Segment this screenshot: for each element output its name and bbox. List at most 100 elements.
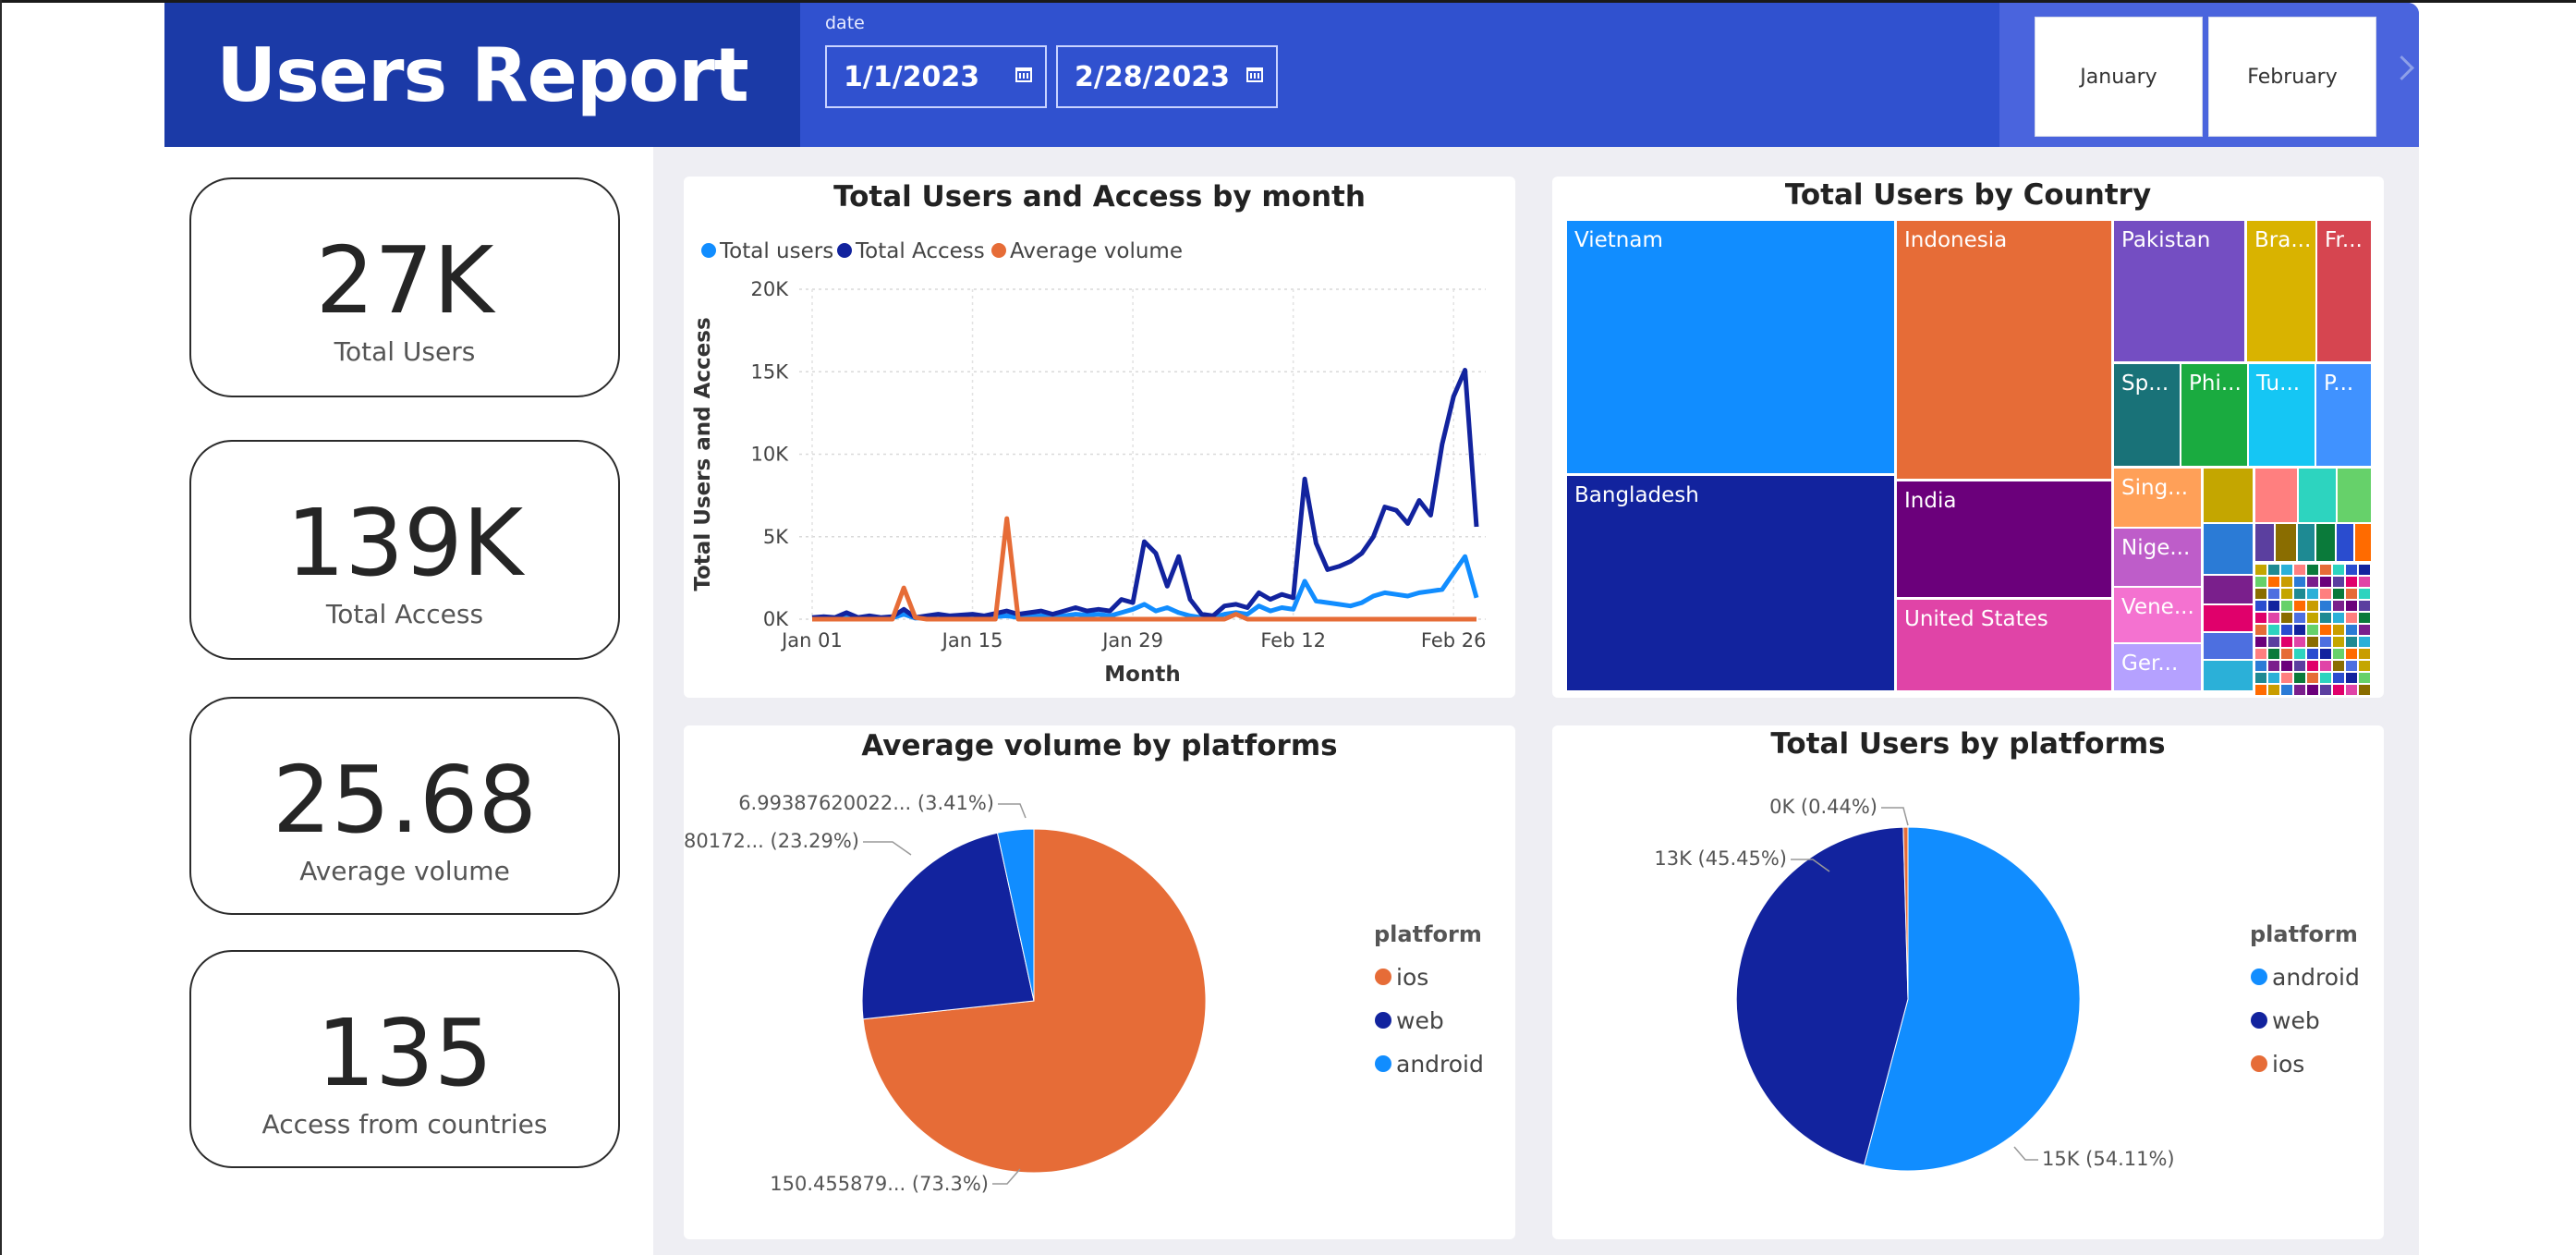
treemap-tile[interactable] [2268,649,2279,659]
treemap-tile[interactable] [2346,577,2357,587]
treemap-tile[interactable] [2294,625,2305,635]
treemap-tile[interactable] [2294,661,2305,671]
treemap-tile[interactable] [2294,589,2305,599]
treemap-tile[interactable] [2281,649,2292,659]
treemap-tile[interactable]: Vietnam [1567,221,1894,473]
treemap-tile[interactable] [2255,601,2266,611]
treemap-tile[interactable] [2307,661,2318,671]
treemap-tile[interactable] [2307,637,2318,647]
treemap-tile[interactable] [2255,685,2266,695]
treemap-tile[interactable] [2255,661,2266,671]
month-button-february[interactable]: February [2208,17,2376,137]
treemap-tile[interactable] [2359,613,2370,623]
treemap-tile[interactable] [2255,637,2266,647]
treemap-tile[interactable] [2276,524,2296,561]
treemap-tile[interactable] [2299,469,2336,522]
treemap-tile[interactable] [2346,601,2357,611]
treemap-tile[interactable] [2255,577,2266,587]
treemap-tile[interactable] [2268,577,2279,587]
treemap-tile[interactable]: Fr... [2317,221,2371,361]
treemap-tile[interactable] [2320,649,2331,659]
treemap-tile[interactable] [2281,613,2292,623]
treemap-tile[interactable] [2307,601,2318,611]
treemap-tile[interactable] [2320,601,2331,611]
treemap-tile[interactable] [2255,589,2266,599]
treemap-tile[interactable] [2204,576,2253,603]
treemap-tile[interactable] [2294,601,2305,611]
treemap-tile[interactable] [2204,633,2253,659]
treemap-tile[interactable] [2346,661,2357,671]
treemap-tile[interactable] [2359,601,2370,611]
treemap-tile[interactable] [2359,577,2370,587]
treemap-tile[interactable] [2307,649,2318,659]
treemap-tile[interactable] [2359,685,2370,695]
treemap-tile[interactable]: United States [1897,600,2111,690]
treemap-tile[interactable] [2359,673,2370,683]
treemap-tile[interactable] [2346,685,2357,695]
treemap-tile[interactable] [2333,601,2344,611]
treemap-tile[interactable] [2346,589,2357,599]
treemap-tile[interactable]: Bra... [2247,221,2315,361]
treemap-tile[interactable]: P... [2316,364,2371,466]
treemap-tile[interactable]: Nige... [2114,529,2201,586]
treemap-tile[interactable] [2268,685,2279,695]
treemap-card[interactable]: Total Users by Country Vietnam Bangladesh… [1552,177,2384,698]
treemap-tile[interactable] [2333,625,2344,635]
treemap-tile[interactable] [2268,613,2279,623]
treemap-tile[interactable] [2268,661,2279,671]
treemap-tile[interactable]: Sing... [2114,469,2201,527]
treemap-tile[interactable] [2346,649,2357,659]
start-date-input[interactable]: 1/1/2023 [825,45,1047,108]
treemap-tile[interactable] [2255,613,2266,623]
treemap-tile[interactable] [2359,649,2370,659]
treemap-tile[interactable] [2320,661,2331,671]
end-date-input[interactable]: 2/28/2023 [1056,45,1278,108]
treemap-tile[interactable] [2255,625,2266,635]
treemap-tile[interactable]: Ger... [2114,644,2201,690]
treemap-tile[interactable] [2204,469,2253,522]
treemap-tile[interactable] [2337,524,2353,561]
treemap-tile[interactable] [2204,661,2253,690]
treemap-tile[interactable] [2268,625,2279,635]
line-chart-card[interactable]: Total Users and Access by month 0K 5K 10K 1… [684,177,1515,698]
treemap-tile[interactable] [2307,565,2318,575]
treemap-tile[interactable]: Sp... [2114,364,2180,466]
calendar-icon[interactable] [1246,67,1263,82]
treemap-tile[interactable]: Phi... [2181,364,2247,466]
treemap-tile[interactable]: Bangladesh [1567,476,1894,690]
treemap-tile[interactable] [2268,589,2279,599]
treemap-tile[interactable] [2204,524,2253,574]
treemap-tile[interactable] [2333,637,2344,647]
treemap-tile[interactable] [2320,625,2331,635]
treemap-tile[interactable] [2281,661,2292,671]
treemap-tile[interactable] [2333,685,2344,695]
treemap-tile[interactable] [2320,637,2331,647]
treemap-tile[interactable] [2355,524,2371,561]
treemap-tile[interactable] [2294,577,2305,587]
treemap-tile[interactable] [2333,673,2344,683]
calendar-icon[interactable] [1015,67,1032,82]
treemap-tile[interactable] [2268,565,2279,575]
treemap-tile[interactable] [2333,589,2344,599]
pie-chart-card-users[interactable]: Total Users by platforms 15K (54.11%) 13K… [1552,725,2384,1239]
treemap-tile[interactable]: Pakistan [2114,221,2244,361]
treemap-tile[interactable] [2255,469,2297,522]
treemap-tile[interactable] [2268,673,2279,683]
treemap-tile[interactable] [2333,613,2344,623]
treemap-tile[interactable] [2359,565,2370,575]
pie-chart-card-volume[interactable]: Average volume by platforms 150.455879..… [684,725,1515,1239]
treemap-tile[interactable] [2346,565,2357,575]
treemap-tile[interactable] [2268,601,2279,611]
treemap-tile[interactable] [2359,637,2370,647]
treemap-tile[interactable] [2294,685,2305,695]
treemap-tile[interactable] [2316,524,2335,561]
treemap-tile[interactable] [2307,613,2318,623]
treemap-tile[interactable] [2281,601,2292,611]
treemap-tile[interactable] [2307,685,2318,695]
treemap-tile[interactable] [2359,661,2370,671]
treemap-tile[interactable] [2268,637,2279,647]
treemap-tile[interactable] [2255,673,2266,683]
treemap-tile[interactable] [2281,565,2292,575]
treemap-tile[interactable] [2359,625,2370,635]
treemap-tile[interactable] [2255,524,2274,561]
